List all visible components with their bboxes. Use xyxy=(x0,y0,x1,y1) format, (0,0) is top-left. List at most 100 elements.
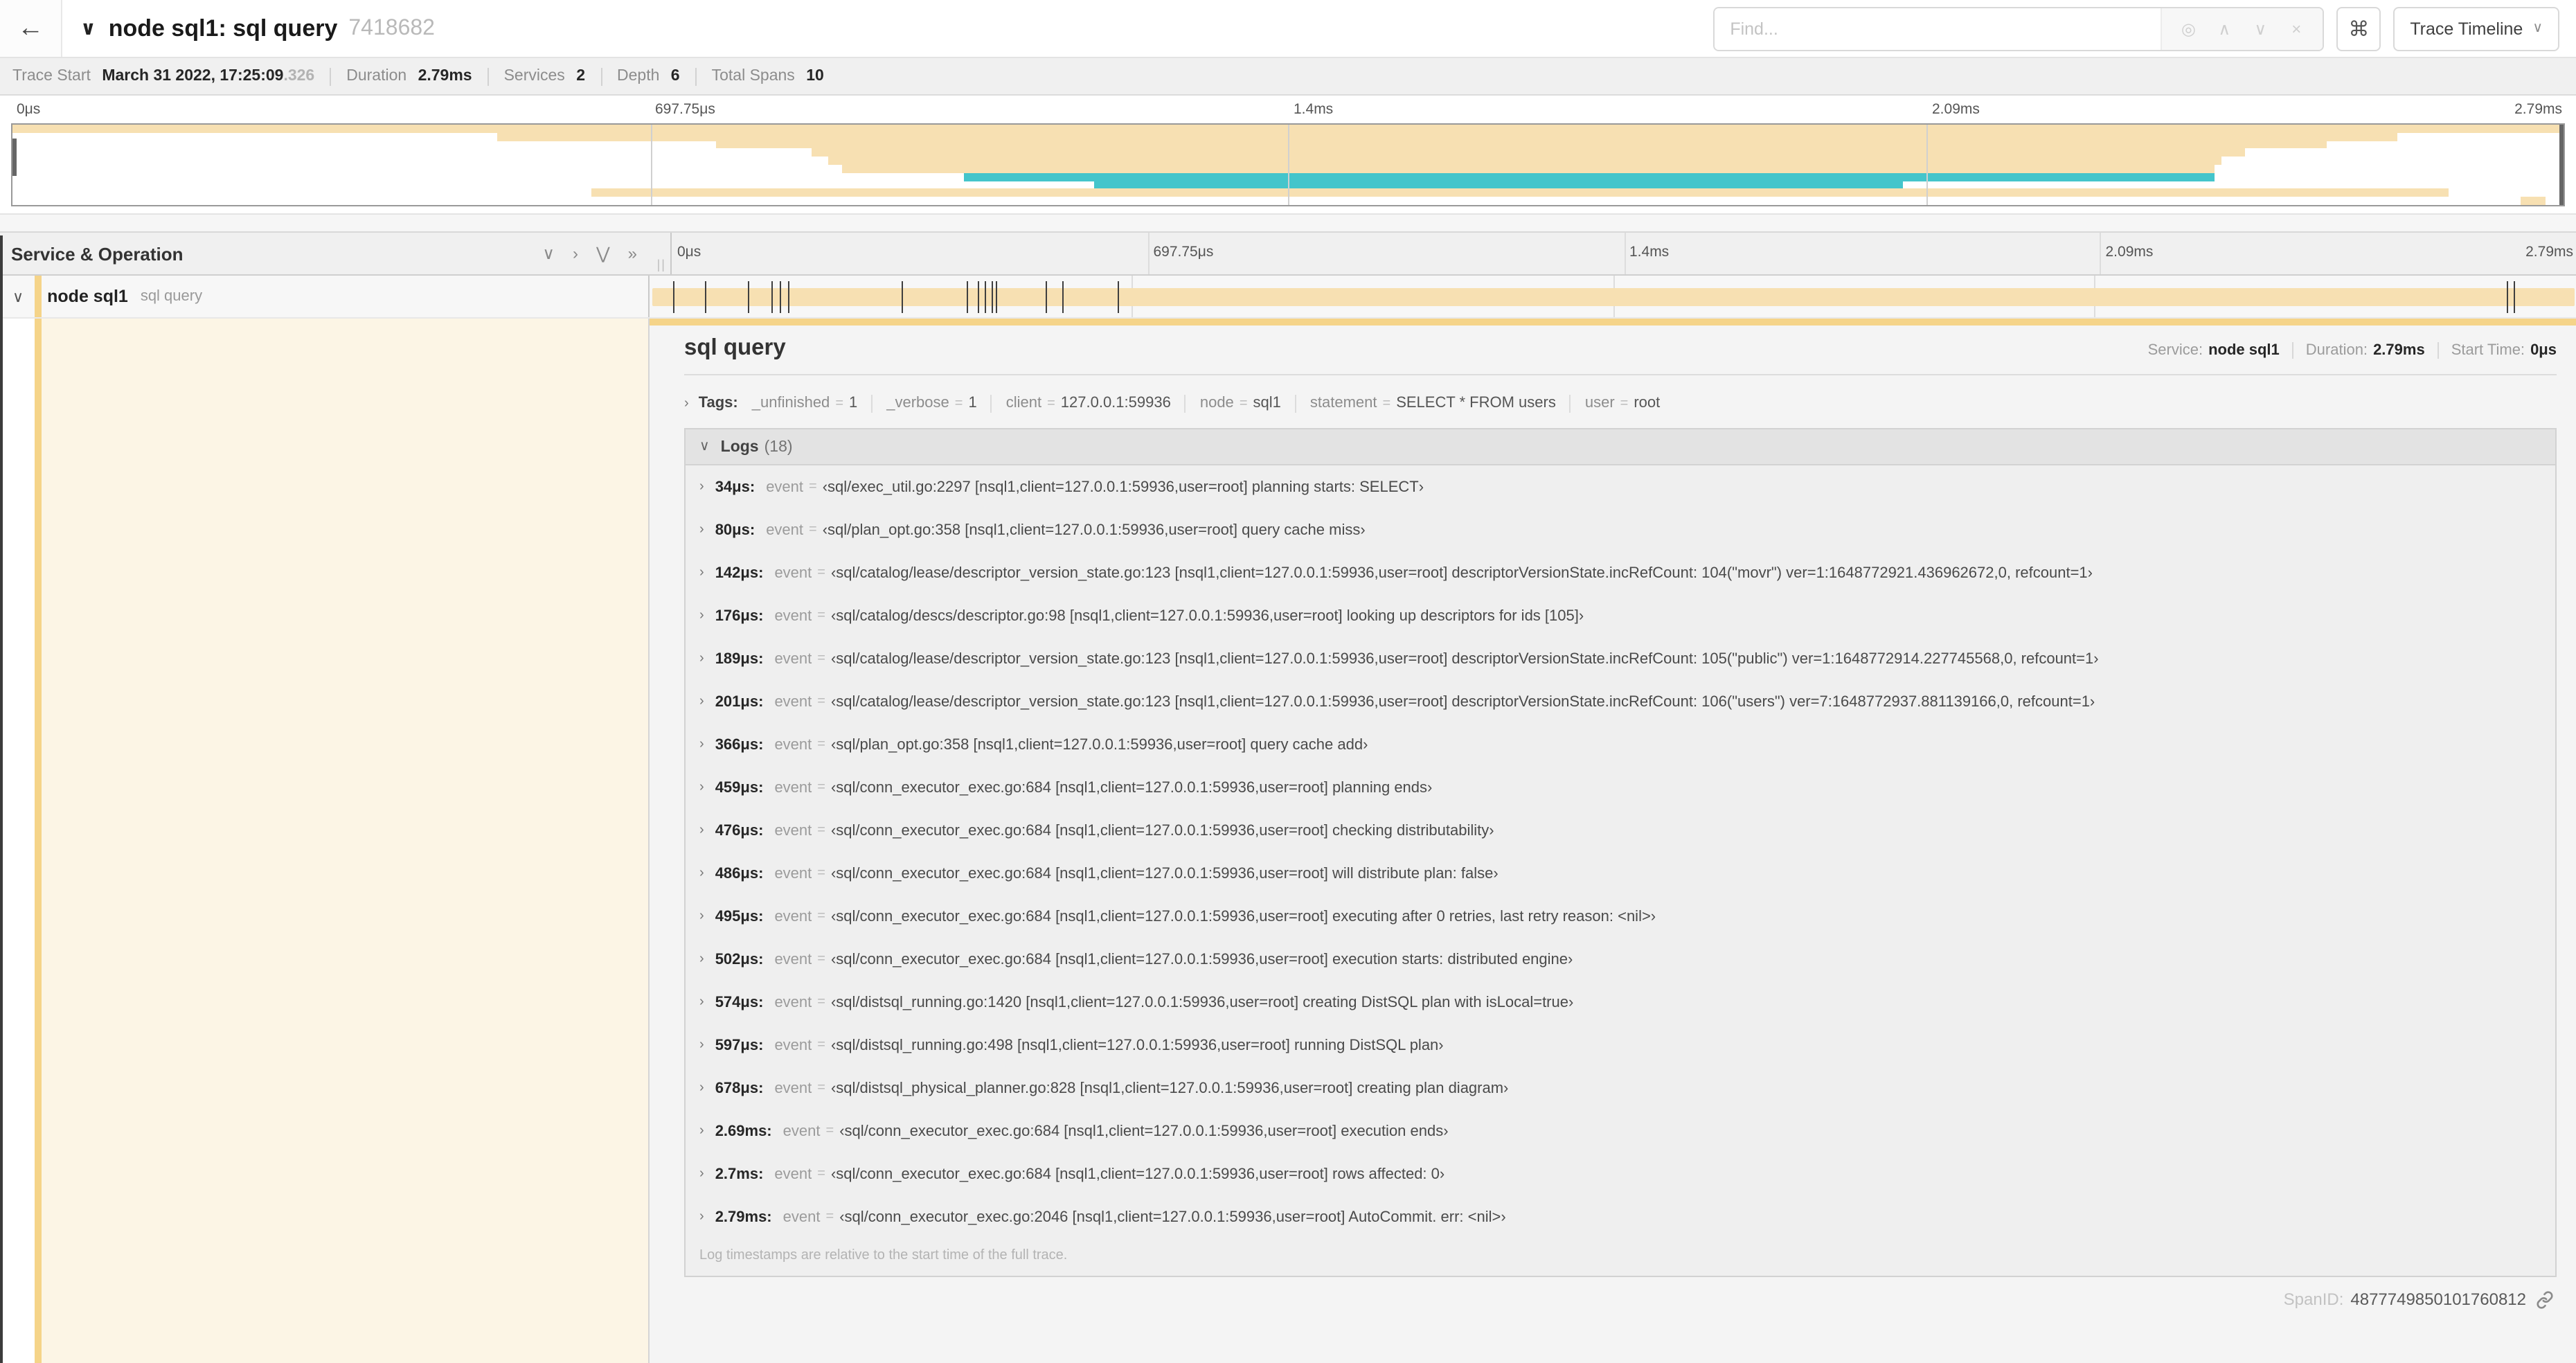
span-detail-left-gutter xyxy=(0,319,650,1363)
minimap-span-bar xyxy=(828,157,2222,165)
prev-result-icon[interactable]: ∧ xyxy=(2206,19,2242,38)
log-field-value: ‹sql/distsql_running.go:498 [nsql1,clien… xyxy=(830,1037,1444,1053)
log-timestamp: 678μs: xyxy=(715,1080,764,1096)
span-duration-bar[interactable] xyxy=(652,288,2575,306)
tag-key: node xyxy=(1199,394,1234,411)
log-entry[interactable]: › 189μs: event = ‹sql/catalog/lease/descript… xyxy=(686,637,2555,680)
log-entry[interactable]: › 2.79ms: event = ‹sql/conn_executor_exec.go… xyxy=(686,1195,2555,1238)
log-entry[interactable]: › 502μs: event = ‹sql/conn_executor_exec.go:… xyxy=(686,938,2555,981)
chevron-down-icon: ∨ xyxy=(699,439,710,454)
chevron-right-icon: › xyxy=(699,1166,704,1182)
timeline-gridline xyxy=(1147,233,1150,274)
log-marker xyxy=(747,281,749,313)
tag-key: _unfinished xyxy=(751,394,830,411)
clear-search-icon[interactable]: × xyxy=(2278,19,2314,38)
minimap-scrubber-left[interactable] xyxy=(12,139,17,177)
span-table-header: Service & Operation ∨ › ⋁ » || 0μs 697.75… xyxy=(0,231,2576,276)
span-detail-panel: sql query Service: node sql1 Duration: 2.79… xyxy=(650,319,2576,1363)
minimap-canvas[interactable] xyxy=(11,123,2565,206)
log-field-key: event xyxy=(782,1209,821,1225)
minimap-scrubber-right[interactable] xyxy=(2559,125,2564,205)
log-entry[interactable]: › 486μs: event = ‹sql/conn_executor_exec.go:… xyxy=(686,852,2555,895)
trace-summary-bar: Trace Start March 31 2022, 17:25:09.326 D… xyxy=(0,58,2576,96)
next-result-icon[interactable]: ∨ xyxy=(2242,19,2278,38)
trace-view-select[interactable]: Trace Timeline ∨ xyxy=(2393,6,2559,51)
log-field-key: event xyxy=(774,564,812,581)
chevron-right-icon: › xyxy=(699,866,704,881)
log-entry[interactable]: › 366μs: event = ‹sql/plan_opt.go:358 [nsql1… xyxy=(686,723,2555,766)
logs-accordion-header[interactable]: ∨ Logs (18) xyxy=(686,429,2555,465)
log-entry[interactable]: › 201μs: event = ‹sql/catalog/lease/descript… xyxy=(686,680,2555,723)
log-field-key: event xyxy=(774,865,812,882)
link-icon[interactable] xyxy=(2536,1290,2554,1308)
log-field-value: ‹sql/conn_executor_exec.go:684 [nsql1,cl… xyxy=(830,1166,1445,1182)
expand-one-icon[interactable]: › xyxy=(573,244,578,263)
log-entry[interactable]: › 597μs: event = ‹sql/distsql_running.go:498… xyxy=(686,1024,2555,1067)
expand-all-icon[interactable]: » xyxy=(628,244,637,263)
page-title: node sql1: sql query xyxy=(108,15,338,41)
trace-stat-label: Total Spans xyxy=(711,68,800,84)
log-marker xyxy=(991,281,993,313)
trace-title-area[interactable]: ∨ node sql1: sql query 7418682 xyxy=(62,0,1713,57)
stat-divider xyxy=(487,67,489,85)
log-entry[interactable]: › 142μs: event = ‹sql/catalog/lease/descript… xyxy=(686,551,2555,594)
back-button[interactable]: ← xyxy=(0,0,62,57)
chevron-right-icon: › xyxy=(699,479,704,495)
chevron-right-icon: › xyxy=(699,737,704,752)
collapse-one-icon[interactable]: ∨ xyxy=(542,244,555,263)
log-entry[interactable]: › 80μs: event = ‹sql/plan_opt.go:358 [nsql1,… xyxy=(686,508,2555,551)
log-entry[interactable]: › 176μs: event = ‹sql/catalog/descs/descript… xyxy=(686,594,2555,637)
log-field-value: ‹sql/conn_executor_exec.go:684 [nsql1,cl… xyxy=(830,779,1433,796)
span-color-bar xyxy=(35,276,42,317)
span-name-cell[interactable]: ∨ node sql1 sql query xyxy=(0,276,650,317)
trace-stat: Trace Start March 31 2022, 17:25:09.326 xyxy=(12,68,314,84)
stat-divider xyxy=(600,67,602,85)
log-entry[interactable]: › 2.7ms: event = ‹sql/conn_executor_exec.go:… xyxy=(686,1152,2555,1195)
log-timestamp: 2.79ms: xyxy=(715,1209,772,1225)
equals-sign: = xyxy=(817,1037,825,1053)
log-entry[interactable]: › 476μs: event = ‹sql/conn_executor_exec.go:… xyxy=(686,809,2555,852)
span-detail-card: sql query Service: node sql1 Duration: 2.79… xyxy=(684,335,2557,1309)
log-entry[interactable]: › 2.69ms: event = ‹sql/conn_executor_exec.go… xyxy=(686,1110,2555,1152)
minimap-span-bar xyxy=(841,165,2215,173)
span-detail-row: sql query Service: node sql1 Duration: 2.79… xyxy=(0,235,2576,1363)
minimap-span-bar xyxy=(1094,181,1903,189)
meta-divider xyxy=(2437,342,2439,359)
keyboard-shortcuts-button[interactable]: ⌘ xyxy=(2336,6,2381,51)
chevron-right-icon: › xyxy=(699,522,704,537)
log-entry[interactable]: › 34μs: event = ‹sql/exec_util.go:2297 [nsql… xyxy=(686,465,2555,508)
span-detail-top-strip xyxy=(650,319,2576,326)
log-field-key: event xyxy=(774,1080,812,1096)
trace-stat-label: Duration xyxy=(346,68,411,84)
span-bar-cell[interactable] xyxy=(650,276,2576,317)
left-scrollbar[interactable] xyxy=(0,235,3,1363)
log-entry[interactable]: › 574μs: event = ‹sql/distsql_running.go:142… xyxy=(686,981,2555,1024)
log-timestamp: 2.7ms: xyxy=(715,1166,764,1182)
chevron-right-icon: › xyxy=(699,1123,704,1139)
find-input[interactable] xyxy=(1715,8,2161,49)
span-operation-name: sql query xyxy=(140,288,203,305)
column-resizer[interactable]: || xyxy=(657,258,666,271)
log-field-key: event xyxy=(774,1166,812,1182)
log-entry[interactable]: › 678μs: event = ‹sql/distsql_physical_plann… xyxy=(686,1067,2555,1110)
locate-icon[interactable]: ◎ xyxy=(2170,19,2206,38)
tag-value: root xyxy=(1634,394,1661,411)
trace-stat-label: Services xyxy=(503,68,570,84)
log-entry[interactable]: › 459μs: event = ‹sql/conn_executor_exec.go:… xyxy=(686,766,2555,809)
log-entry[interactable]: › 495μs: event = ‹sql/conn_executor_exec.go:… xyxy=(686,895,2555,938)
tag-key: _verbose xyxy=(886,394,949,411)
tags-accordion[interactable]: › Tags: _unfinished = 1 _verbose = 1 client = 12… xyxy=(684,386,2557,420)
equals-sign: = xyxy=(817,780,825,795)
chevron-right-icon: › xyxy=(699,1209,704,1224)
minimap-gridline xyxy=(1926,125,1927,205)
trace-stat: Total Spans 10 xyxy=(712,68,824,84)
log-timestamp: 486μs: xyxy=(715,865,764,882)
collapse-all-icon[interactable]: ⋁ xyxy=(596,244,610,263)
tag-item: _verbose = 1 xyxy=(886,395,976,411)
logs-count: (18) xyxy=(764,438,793,455)
log-timestamp: 201μs: xyxy=(715,693,764,710)
service-operation-header: Service & Operation ∨ › ⋁ » || xyxy=(0,233,672,274)
minimap-span-bar xyxy=(964,172,2215,181)
ruler-tick-label: 1.4ms xyxy=(1629,244,1670,260)
tag-value: 1 xyxy=(968,394,977,411)
